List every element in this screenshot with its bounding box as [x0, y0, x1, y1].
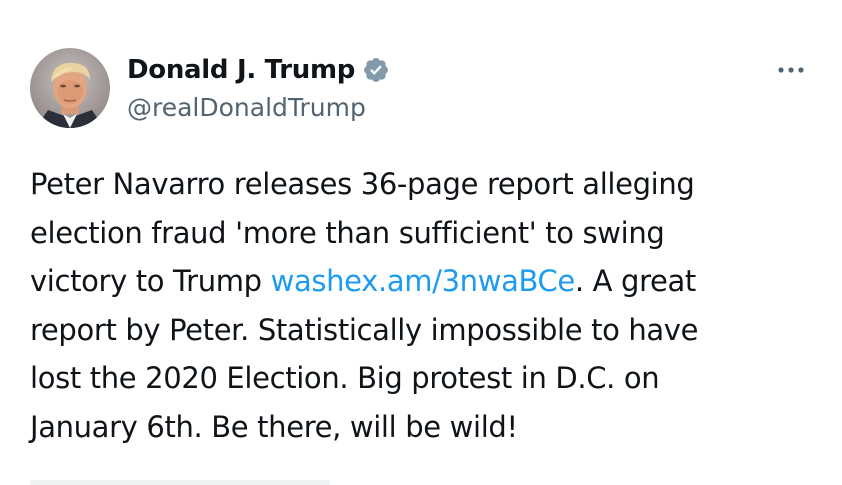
tweet-card: Donald J. Trump @realDonaldTrump Peter N… — [0, 0, 842, 485]
tweet-text-line: Peter Navarro releases 36-page report al… — [30, 167, 695, 201]
tweet-text-line: lost the 2020 Election. Big protest in D… — [30, 361, 660, 395]
author-display-name[interactable]: Donald J. Trump — [127, 55, 355, 85]
tweet-text: Peter Navarro releases 36-page report al… — [30, 160, 820, 451]
verified-badge-icon[interactable] — [362, 56, 390, 84]
avatar[interactable] — [30, 48, 110, 128]
author-name-row: Donald J. Trump — [127, 53, 390, 87]
tweet-link[interactable]: washex.am/3nwaBCe — [271, 264, 576, 298]
tweet-text-line: victory to Trump washex.am/3nwaBCe. A gr… — [30, 257, 820, 306]
profile-photo — [30, 48, 110, 128]
tweet-text-line: election fraud 'more than sufficient' to… — [30, 215, 665, 250]
more-options-icon[interactable] — [776, 56, 808, 84]
tweet-text-line: report by Peter. Statistically impossibl… — [30, 312, 699, 347]
tweet-text-segment: . A great — [574, 264, 696, 298]
timestamp-row-edge — [30, 480, 330, 485]
author-handle[interactable]: @realDonaldTrump — [127, 93, 366, 122]
tweet-text-segment: victory to Trump — [30, 264, 271, 298]
tweet-text-line: January 6th. Be there, will be wild! — [30, 409, 518, 444]
